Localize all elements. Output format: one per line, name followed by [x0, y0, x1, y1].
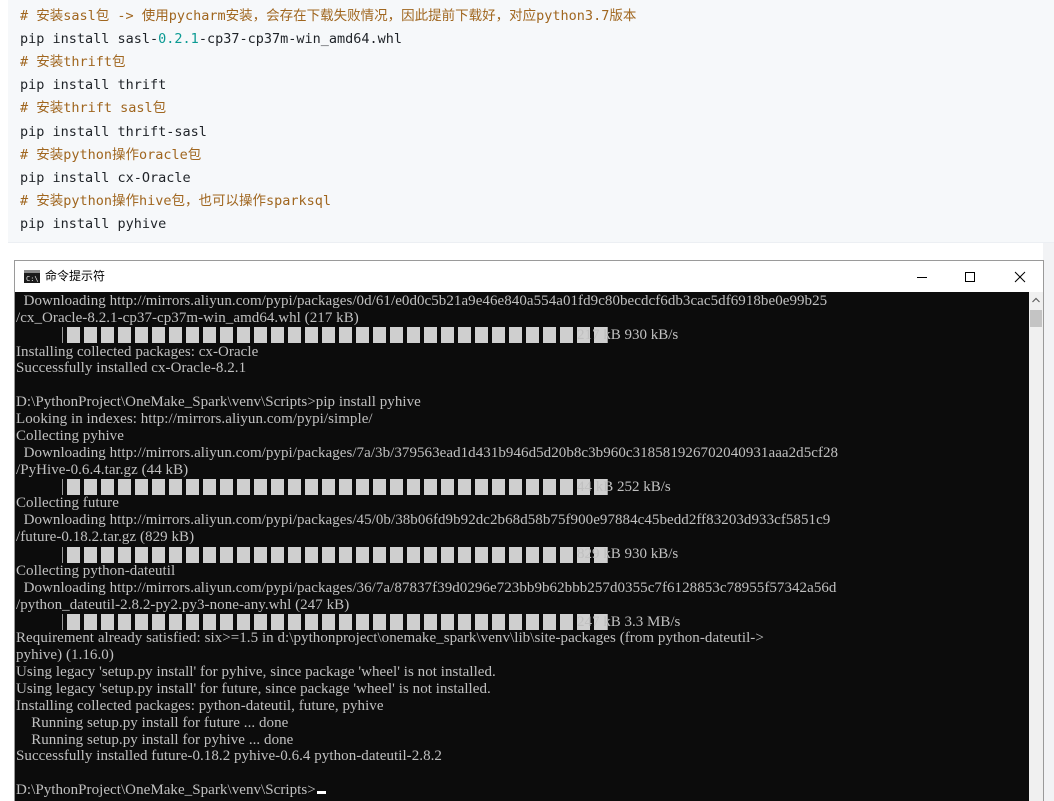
maximize-button[interactable] [947, 261, 993, 292]
download-stats: 829 kB 930 kB/s [577, 546, 679, 563]
page-edge-strip [1043, 243, 1054, 801]
console-line: /python_dateutil-2.8.2-py2.py3-none-any.… [16, 596, 350, 613]
download-stats: 44 kB 252 kB/s [577, 478, 671, 495]
code-command-line: pip install thrift-sasl [20, 123, 207, 140]
console-line: Running setup.py install for future ... … [16, 714, 289, 731]
scroll-up-icon[interactable] [1029, 292, 1043, 309]
download-progress-bar [62, 546, 608, 563]
download-progress-bar [62, 479, 608, 496]
maximize-icon [965, 272, 975, 282]
window-title: 命令提示符 [45, 269, 106, 283]
console-line: Downloading http://mirrors.aliyun.com/py… [16, 444, 839, 461]
code-comment-line: # 安装sasl包 -> 使用pycharm安装，会存在下载失败情况，因此提前下… [20, 8, 637, 24]
code-text: -cp37-cp37m-win_amd64.whl [198, 31, 403, 48]
minimize-icon [917, 277, 927, 278]
scrollbar-thumb[interactable] [1030, 310, 1042, 327]
console-line: pyhive) (1.16.0) [16, 647, 114, 664]
console-line: Downloading http://mirrors.aliyun.com/py… [16, 512, 831, 529]
code-text: pip install sasl- [20, 31, 159, 48]
code-comment-line: # 安装thrift sasl包 [20, 100, 167, 117]
code-command-line: pip install cx-Oracle [20, 169, 191, 186]
title-bar[interactable]: C:\ 命令提示符 [15, 261, 1043, 292]
cmd-icon: C:\ [24, 270, 40, 283]
close-button[interactable] [997, 261, 1043, 292]
code-command-line: pip install thrift [20, 77, 167, 94]
download-progress-bar [62, 614, 608, 631]
console-line: Downloading http://mirrors.aliyun.com/py… [16, 293, 828, 309]
console-line: Downloading http://mirrors.aliyun.com/py… [16, 579, 837, 596]
code-comment-line: # 安装thrift包 [20, 54, 126, 71]
cmd-window: C:\ 命令提示符 Downloading http://mirrors.ali… [15, 261, 1043, 801]
console-line: Collecting python-dateutil [16, 562, 176, 579]
code-block: # 安装sasl包 -> 使用pycharm安装，会存在下载失败情况，因此提前下… [8, 0, 1054, 243]
download-stats: 217 kB 930 kB/s [577, 326, 679, 343]
console-line: Requirement already satisfied: six>=1.5 … [16, 630, 764, 647]
download-progress-bar [62, 327, 608, 344]
console-line: Installing collected packages: python-da… [16, 697, 384, 714]
console-line: Using legacy 'setup.py install' for pyhi… [16, 664, 496, 681]
console-line: D:\PythonProject\OneMake_Spark\venv\Scri… [16, 394, 421, 411]
download-stats: 247 kB 3.3 MB/s [577, 613, 681, 630]
progress-fill [62, 479, 608, 496]
console-line: /future-0.18.2.tar.gz (829 kB) [16, 529, 195, 546]
console-line: Running setup.py install for pyhive ... … [16, 731, 294, 748]
console-line: Installing collected packages: cx-Oracle [16, 343, 259, 360]
code-command-line: pip install sasl-0.2.1-cp37-cp37m-win_am… [20, 28, 402, 50]
console-line: Collecting future [16, 495, 119, 512]
code-comment-line: # 安装python操作hive包，也可以操作sparksql [20, 192, 332, 209]
console-line: Using legacy 'setup.py install' for futu… [16, 681, 491, 697]
console-line: /cx_Oracle-8.2.1-cp37-cp37m-win_amd64.wh… [16, 309, 359, 326]
progress-fill [62, 546, 608, 563]
console-line: Successfully installed cx-Oracle-8.2.1 [16, 360, 247, 377]
code-comment-line: # 安装python操作oracle包 [20, 146, 202, 163]
console-line: /PyHive-0.6.4.tar.gz (44 kB) [16, 461, 189, 478]
console-output[interactable]: Downloading http://mirrors.aliyun.com/py… [15, 292, 1029, 801]
console-line: Successfully installed future-0.18.2 pyh… [16, 748, 442, 765]
text-cursor [316, 791, 326, 795]
minimize-button[interactable] [899, 261, 945, 292]
svg-text:C:\: C:\ [26, 275, 39, 283]
console-line: Looking in indexes: http://mirrors.aliyu… [16, 411, 373, 428]
console-line: Collecting pyhive [16, 427, 124, 444]
command-prompt: D:\PythonProject\OneMake_Spark\venv\Scri… [16, 782, 326, 799]
code-version-number: 0.2.1 [158, 31, 199, 48]
prompt-path: D:\PythonProject\OneMake_Spark\venv\Scri… [16, 782, 316, 799]
progress-fill [62, 614, 608, 631]
vertical-scrollbar[interactable] [1029, 292, 1043, 801]
close-icon [1014, 271, 1026, 283]
code-command-line: pip install pyhive [20, 215, 167, 232]
progress-fill [62, 327, 608, 344]
